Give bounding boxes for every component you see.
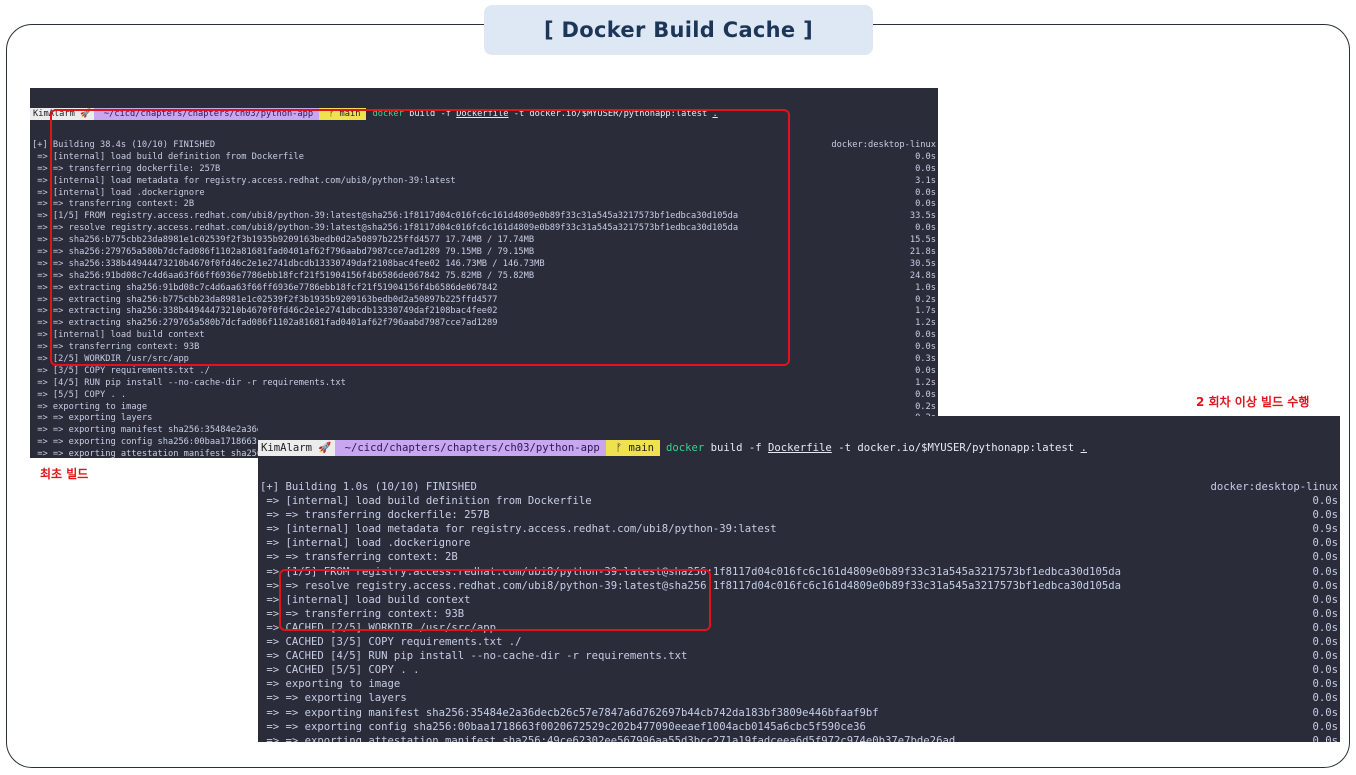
terminal-line-text: => [4/5] RUN pip install --no-cache-dir … (32, 377, 346, 388)
terminal-line-duration: 1.7s (915, 306, 936, 317)
terminal-line-duration: 15.5s (909, 235, 936, 246)
terminal-line: => CACHED [4/5] RUN pip install --no-cac… (258, 649, 1340, 663)
terminal-line: => => exporting manifest sha256:35484e2a… (258, 706, 1340, 720)
repeat-build-label: 2 회차 이상 빌드 수행 (1196, 395, 1310, 409)
terminal-line-text: => [internal] load build definition from… (260, 495, 592, 508)
terminal-line: => [internal] load .dockerignore 0.0s (258, 536, 1340, 550)
terminal-line: => => transferring dockerfile: 257B 0.0s (258, 508, 1340, 522)
terminal-line: => => transferring context: 2B 0.0s (258, 550, 1340, 564)
terminal-line: => [internal] load build definition from… (258, 494, 1340, 508)
terminal-line-duration: 0.0s (915, 151, 936, 162)
terminal-line-duration: 0.2s (915, 294, 936, 305)
terminal-line-duration: 0.0s (1312, 692, 1338, 705)
terminal-line: => CACHED [3/5] COPY requirements.txt ./… (258, 635, 1340, 649)
terminal-line-text: => CACHED [4/5] RUN pip install --no-cac… (260, 650, 688, 663)
terminal-line-duration: 0.0s (1312, 706, 1338, 719)
terminal-line-duration: 0.0s (915, 330, 936, 341)
terminal-line-duration: docker:desktop-linux (1210, 481, 1338, 493)
terminal-line-duration: 0.0s (1312, 734, 1338, 742)
command-build: build -f (704, 442, 769, 454)
terminal-line: => => exporting config sha256:00baa17186… (258, 720, 1340, 734)
terminal-line-duration: 1.2s (915, 318, 936, 329)
terminal-line-text: => => exporting layers (260, 692, 407, 705)
terminal-line: => [3/5] COPY requirements.txt ./ 0.0s (30, 366, 938, 378)
terminal-line-text: => => exporting config sha256:00baa17186… (260, 720, 866, 733)
terminal-line-text: => exporting to image (32, 401, 148, 412)
terminal-line-duration: 3.1s (915, 175, 936, 186)
terminal-line-duration: 33.5s (909, 211, 936, 222)
command-docker: docker (665, 442, 705, 454)
terminal-line-text: [+] Building 1.0s (10/10) FINISHED (260, 481, 477, 493)
terminal-line-text: => => exporting attestation manifest sha… (260, 734, 956, 742)
terminal-line-duration: 0.0s (915, 223, 936, 234)
terminal-line: => => exporting attestation manifest sha… (258, 734, 1340, 742)
terminal-line-duration: 0.0s (1312, 537, 1338, 550)
terminal-line-duration: 0.0s (1312, 636, 1338, 649)
terminal-line-duration: 0.0s (915, 342, 936, 353)
terminal-line-duration: 0.0s (915, 199, 936, 210)
terminal-line-text: => => exporting manifest sha256:35484e2a… (260, 706, 879, 719)
terminal-line-duration: 0.0s (1312, 720, 1338, 733)
terminal-line: => exporting to image 0.2s (30, 402, 938, 414)
terminal-line-duration: 0.0s (915, 187, 936, 198)
terminal-line-duration: 30.5s (909, 258, 936, 269)
terminal-line-duration: 24.8s (909, 270, 936, 281)
terminal-line-duration: 21.8s (909, 247, 936, 258)
terminal-line-duration: 0.0s (1312, 551, 1338, 564)
terminal-line: => [4/5] RUN pip install --no-cache-dir … (30, 378, 938, 390)
terminal-line: => [5/5] COPY . . 0.0s (30, 390, 938, 402)
terminal-line-duration: 0.0s (1312, 678, 1338, 691)
terminal-line-duration: 0.0s (1312, 650, 1338, 663)
terminal-line-text: => exporting to image (260, 678, 401, 691)
terminal-line-duration: 0.0s (1312, 579, 1338, 592)
terminal-line-duration: 0.0s (915, 365, 936, 376)
terminal-line-duration: docker:desktop-linux (831, 140, 936, 150)
terminal-line-duration: 0.0s (1312, 509, 1338, 522)
terminal-line-duration: 0.0s (915, 389, 936, 400)
terminal-line-duration: 0.0s (1312, 495, 1338, 508)
highlight-box-first-build (50, 109, 790, 366)
command-tag: -t docker.io/$MYUSER/pythonapp:latest (831, 442, 1081, 454)
terminal-line-duration: 0.0s (915, 163, 936, 174)
terminal-line-text: => CACHED [3/5] COPY requirements.txt ./ (260, 636, 522, 649)
terminal-line-text: => => transferring context: 2B (260, 551, 458, 564)
terminal-prompt: KimAlarm 🚀 ~/cicd/chapters/chapters/ch03… (258, 440, 1340, 456)
prompt-path: ~/cicd/chapters/chapters/ch03/python-app (334, 440, 606, 456)
terminal-line: [+] Building 1.0s (10/10) FINISHED docker… (258, 480, 1340, 494)
terminal-line-duration: 1.0s (915, 282, 936, 293)
terminal-line-duration: 0.0s (1312, 664, 1338, 677)
first-build-label: 최초 빌드 (40, 467, 89, 481)
terminal-line-duration: 0.0s (1312, 621, 1338, 634)
prompt-user: KimAlarm 🚀 (258, 440, 335, 456)
terminal-line-text: => CACHED [5/5] COPY . . (260, 664, 420, 677)
terminal-line-text: => => transferring dockerfile: 257B (260, 509, 490, 522)
terminal-line: => exporting to image 0.0s (258, 677, 1340, 691)
prompt-branch: ᚠ main (605, 440, 660, 456)
terminal-line-duration: 0.9s (1312, 523, 1338, 536)
terminal-line-text: => [3/5] COPY requirements.txt ./ (32, 365, 210, 376)
terminal-line-duration: 0.0s (1312, 607, 1338, 620)
terminal-line-duration: 0.0s (1312, 593, 1338, 606)
terminal-line: => CACHED [5/5] COPY . . 0.0s (258, 663, 1340, 677)
terminal-line: => [internal] load metadata for registry… (258, 522, 1340, 536)
command-dot: . (1080, 442, 1087, 454)
terminal-line-duration: 0.3s (915, 354, 936, 365)
terminal-line-duration: 0.2s (915, 401, 936, 412)
highlight-box-cached-steps (279, 569, 711, 631)
title-tab: [ Docker Build Cache ] (484, 5, 873, 55)
terminal-line-text: => [5/5] COPY . . (32, 389, 127, 400)
terminal-line: => => exporting layers 0.0s (258, 691, 1340, 705)
command-file: Dockerfile (768, 442, 832, 454)
page-title: [ Docker Build Cache ] (544, 18, 813, 42)
terminal-line-text: => [internal] load metadata for registry… (260, 523, 777, 536)
terminal-line-duration: 0.0s (1312, 565, 1338, 578)
terminal-line-text: => [internal] load .dockerignore (260, 537, 471, 550)
terminal-line-duration: 1.2s (915, 377, 936, 388)
